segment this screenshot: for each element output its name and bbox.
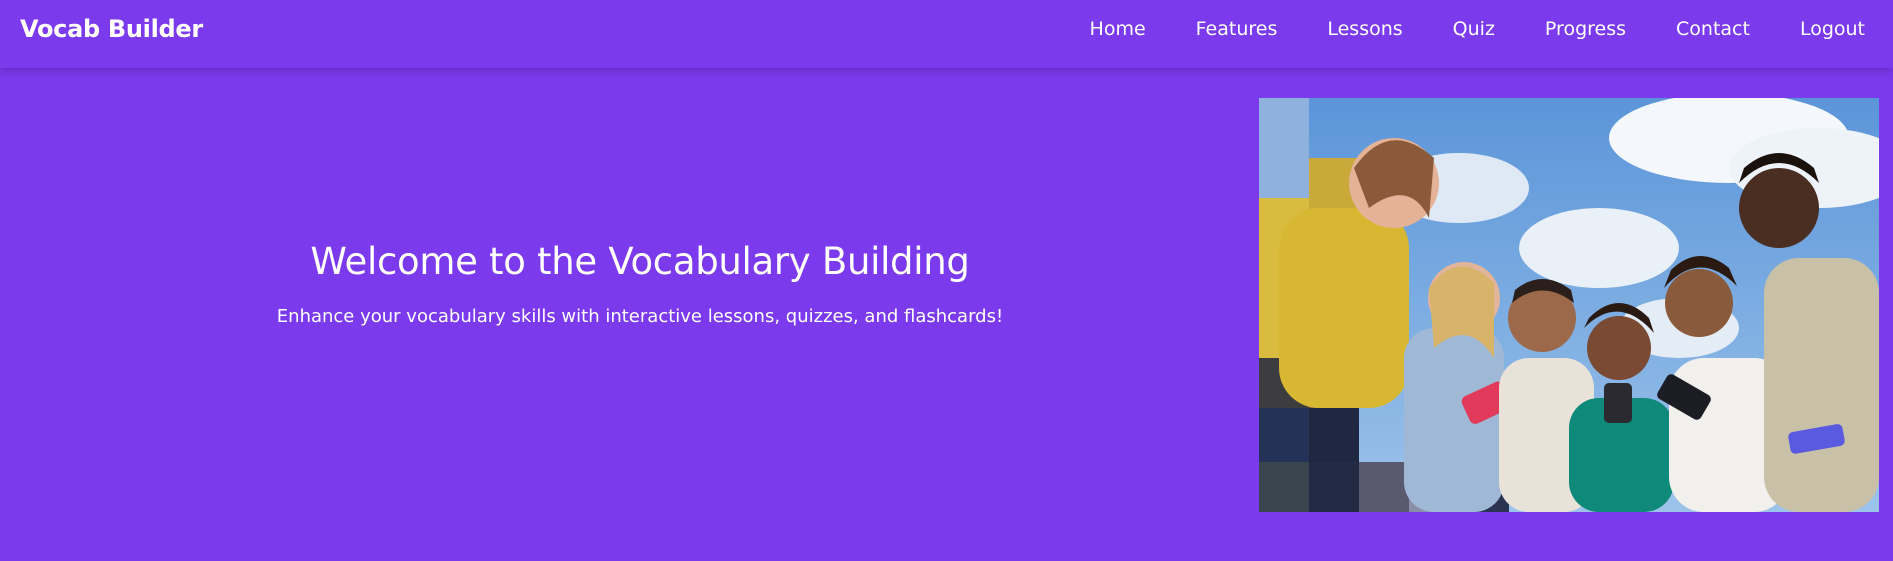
hero-title: Welcome to the Vocabulary Building — [310, 240, 970, 283]
nav-link-progress[interactable]: Progress — [1545, 14, 1626, 44]
nav-links: Home Features Lessons Quiz Progress Cont… — [1040, 14, 1865, 44]
nav-link-home[interactable]: Home — [1090, 14, 1146, 44]
nav-link-logout[interactable]: Logout — [1800, 14, 1865, 44]
nav-link-lessons[interactable]: Lessons — [1327, 14, 1402, 44]
hero-image-students-with-phones — [1259, 98, 1879, 512]
nav-link-quiz[interactable]: Quiz — [1453, 14, 1495, 44]
hero-section: Welcome to the Vocabulary Building Enhan… — [0, 68, 1893, 561]
hero-photo-illustration — [1259, 98, 1879, 512]
hero-text-block: Welcome to the Vocabulary Building Enhan… — [0, 238, 1280, 330]
top-navbar: Vocab Builder Home Features Lessons Quiz… — [0, 0, 1893, 68]
nav-link-contact[interactable]: Contact — [1676, 14, 1750, 44]
hero-subtitle: Enhance your vocabulary skills with inte… — [276, 306, 1004, 327]
brand-logo-text[interactable]: Vocab Builder — [20, 14, 203, 44]
nav-link-features[interactable]: Features — [1196, 14, 1278, 44]
